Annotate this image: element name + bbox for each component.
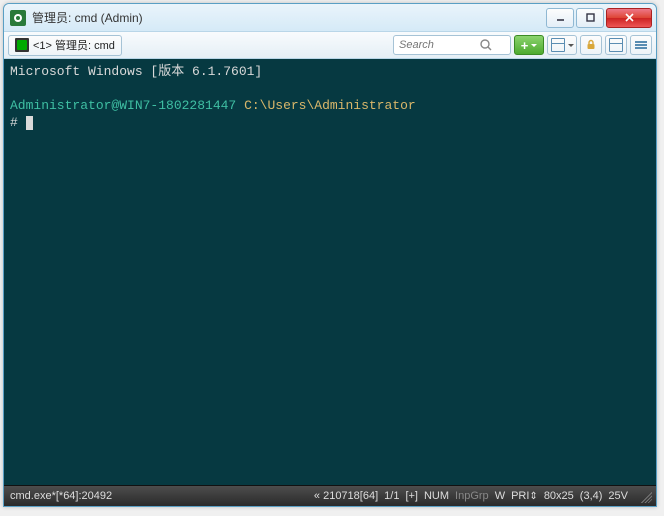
window-title: 管理员: cmd (Admin) (32, 9, 546, 26)
terminal-prompt: # (10, 115, 26, 130)
toolbar: <1> 管理员: cmd + (4, 32, 656, 59)
plus-icon: + (521, 39, 529, 52)
minimize-button[interactable] (546, 8, 574, 28)
tab-label: <1> 管理员: cmd (33, 37, 115, 53)
status-cursor-pos[interactable]: (3,4) (580, 490, 603, 502)
search-icon (479, 38, 493, 52)
status-size[interactable]: 80x25 (544, 490, 574, 502)
status-priority-label: PRI (511, 490, 529, 502)
app-icon (10, 10, 26, 26)
terminal-user-host: Administrator@WIN7-1802281447 (10, 98, 236, 113)
statusbar: cmd.exe*[*64]:20492 « 210718[64] 1/1 [+]… (4, 485, 656, 506)
status-scroll[interactable]: « 210718[64] (314, 490, 378, 502)
console-tab-1[interactable]: <1> 管理员: cmd (8, 35, 122, 56)
terminal-cwd: C:\Users\Administrator (244, 98, 416, 113)
terminal-viewport[interactable]: Microsoft Windows [版本 6.1.7601] Administ… (4, 59, 656, 485)
window-controls (546, 8, 652, 28)
maximize-button[interactable] (576, 8, 604, 28)
resize-grip[interactable] (638, 489, 652, 503)
titlebar[interactable]: 管理员: cmd (Admin) (4, 4, 656, 32)
window-icon (609, 38, 623, 52)
menu-button[interactable] (630, 35, 652, 55)
app-window: 管理员: cmd (Admin) <1> 管理员: cmd + (3, 3, 657, 507)
lock-icon (585, 39, 597, 51)
updown-icon[interactable]: ⇕ (529, 491, 537, 502)
status-numlock[interactable]: NUM (424, 490, 449, 502)
minimize-icon (555, 12, 566, 23)
layout-icon (551, 38, 565, 52)
lock-button[interactable] (580, 35, 602, 55)
hamburger-icon (634, 38, 648, 52)
terminal-line: Microsoft Windows [版本 6.1.7601] (10, 64, 262, 79)
chevron-down-icon (531, 44, 537, 47)
status-wrap[interactable]: W (495, 490, 505, 502)
terminal-cursor (26, 116, 33, 130)
status-process[interactable]: cmd.exe*[*64]:20492 (8, 490, 308, 502)
maximize-panel-button[interactable] (605, 35, 627, 55)
status-inpgrp[interactable]: InpGrp (455, 490, 489, 502)
chevron-down-icon (568, 44, 574, 47)
split-layout-button[interactable] (547, 35, 577, 55)
maximize-icon (585, 12, 596, 23)
status-insert[interactable]: [+] (405, 490, 418, 502)
search-box[interactable] (393, 35, 511, 55)
close-button[interactable] (606, 8, 652, 28)
close-icon (624, 12, 635, 23)
console-icon (15, 38, 29, 52)
search-input[interactable] (399, 39, 479, 51)
status-lines[interactable]: 1/1 (384, 490, 399, 502)
status-font-size[interactable]: 25V (608, 490, 628, 502)
new-console-button[interactable]: + (514, 35, 544, 55)
